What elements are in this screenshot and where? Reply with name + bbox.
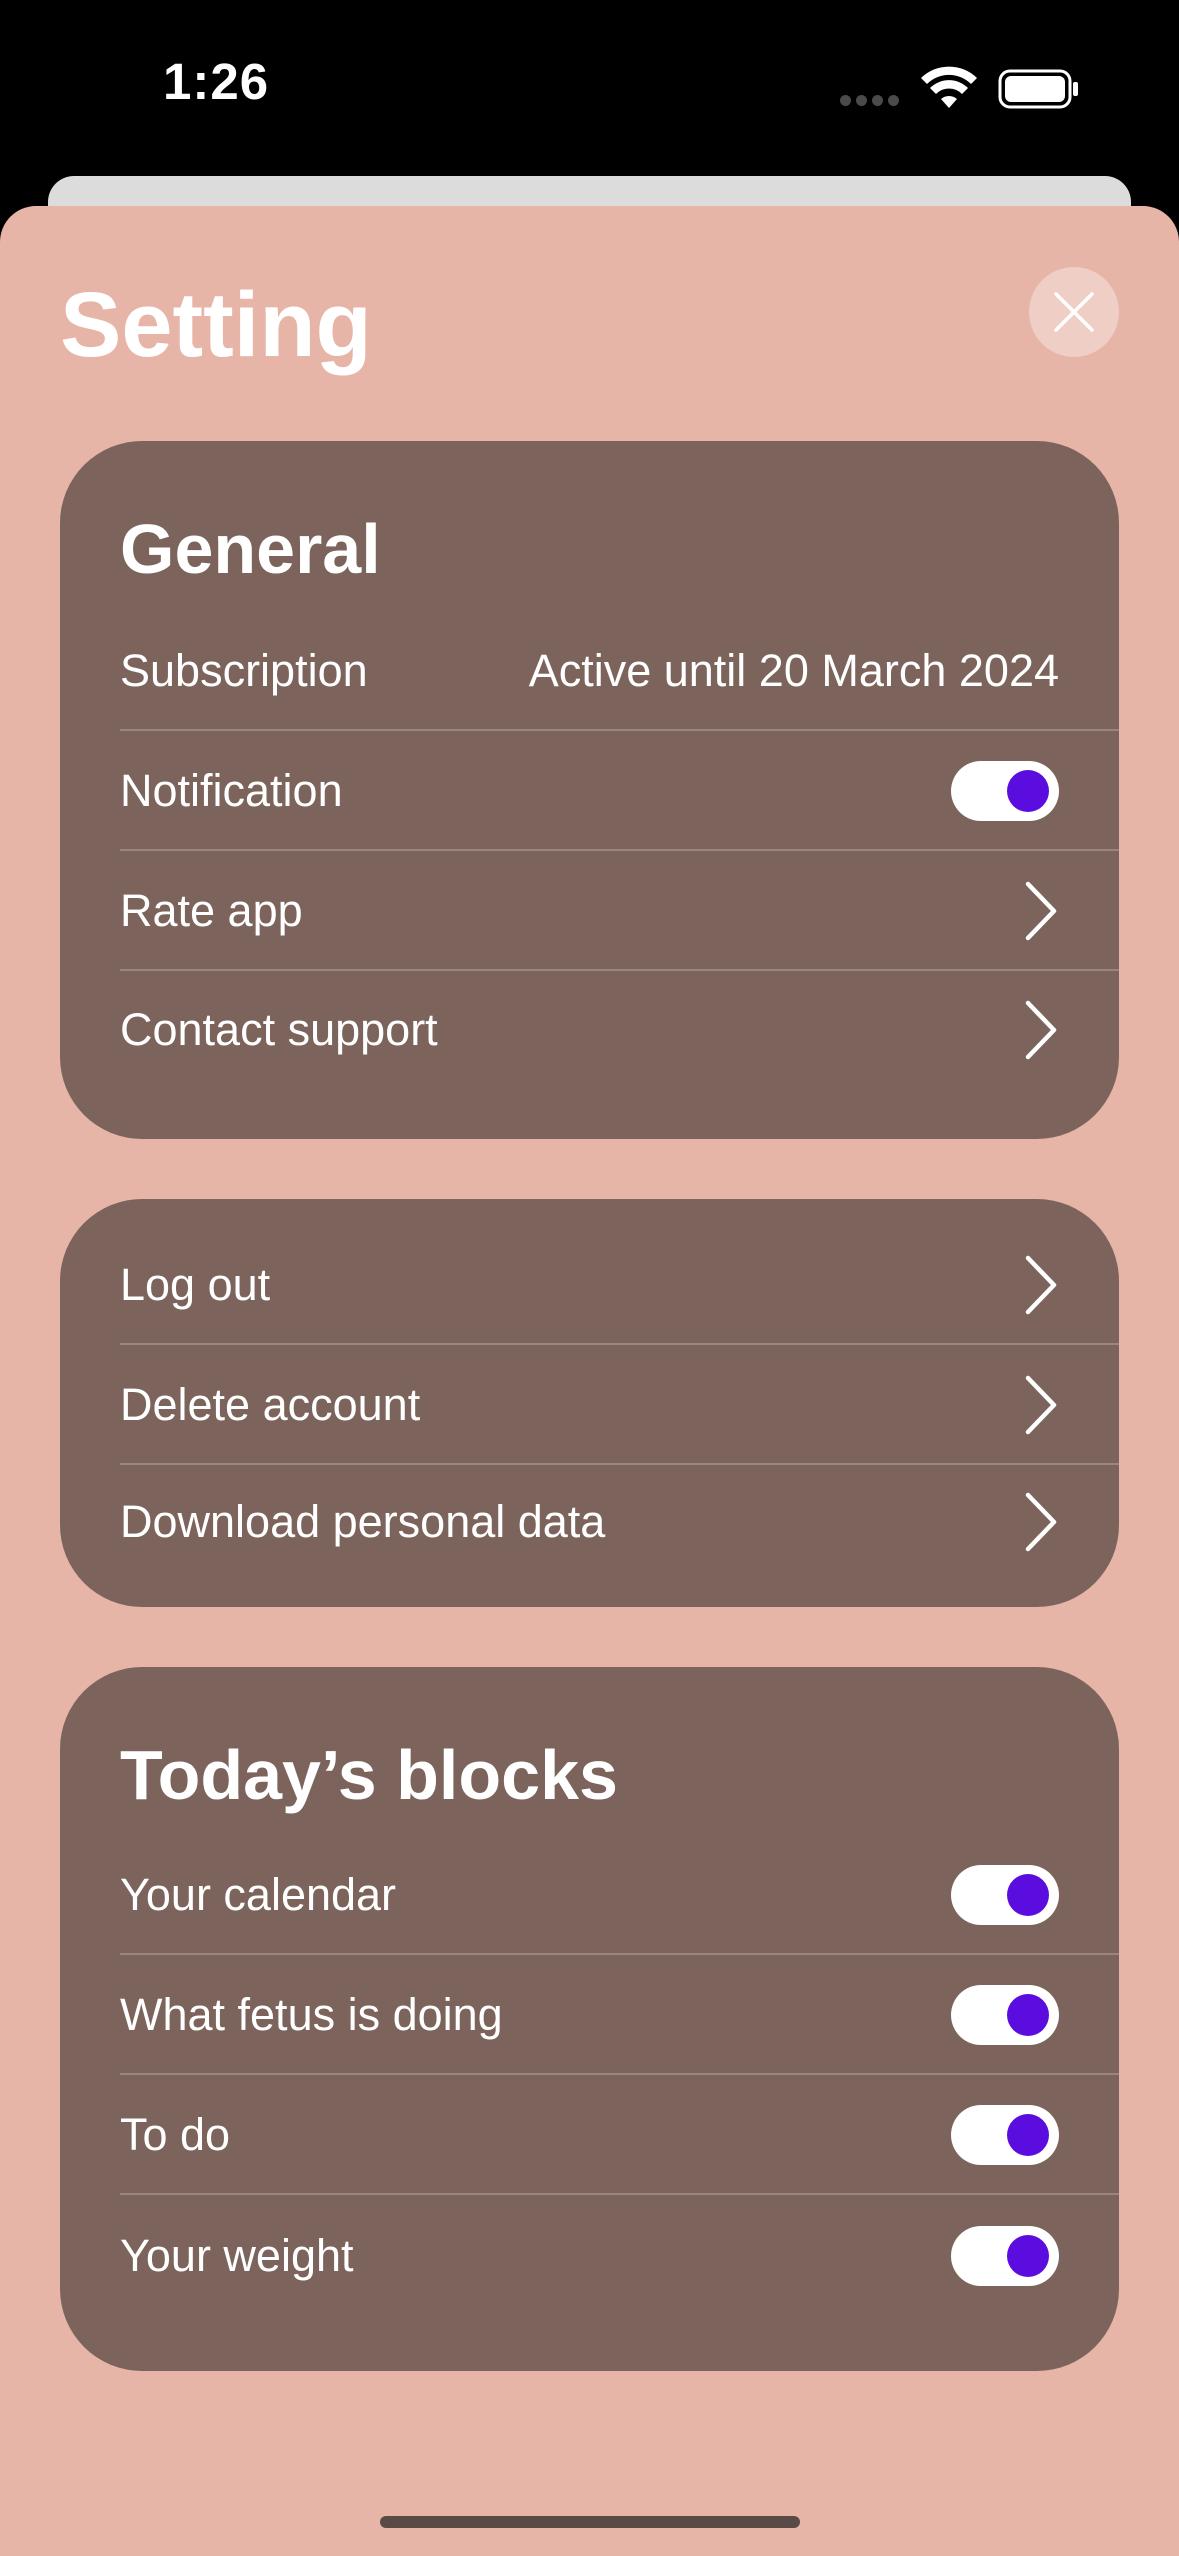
toggle-knob [1007, 770, 1049, 812]
wifi-icon [921, 66, 977, 108]
download-data-row[interactable]: Download personal data [120, 1463, 1119, 1581]
block-row-calendar: Your calendar [120, 1837, 1119, 1955]
fetus-toggle[interactable] [951, 1985, 1059, 2045]
block-row-todo: To do [120, 2077, 1119, 2195]
page-title: Setting [60, 274, 372, 376]
download-data-label: Download personal data [120, 1496, 606, 1547]
status-time: 1:26 [163, 53, 270, 110]
block-label: Your calendar [120, 1869, 397, 1920]
toggle-knob [1007, 2114, 1049, 2156]
block-label: To do [120, 2109, 231, 2160]
subscription-label: Subscription [120, 645, 368, 696]
chevron-right-icon [1025, 1000, 1057, 1060]
block-row-fetus: What fetus is doing [120, 1957, 1119, 2075]
toggle-knob [1007, 2235, 1049, 2277]
status-indicators [840, 62, 1080, 112]
weight-toggle[interactable] [951, 2226, 1059, 2286]
general-heading: General [120, 510, 381, 588]
delete-account-label: Delete account [120, 1379, 421, 1430]
blocks-heading: Today’s blocks [120, 1736, 618, 1814]
block-label: What fetus is doing [120, 1989, 503, 2040]
todays-blocks-card: Today’s blocks Your calendar What fetus … [60, 1667, 1119, 2371]
cellular-signal-icon [840, 95, 899, 106]
toggle-knob [1007, 1994, 1049, 2036]
status-bar: 1:26 [0, 0, 1179, 175]
chevron-right-icon [1025, 1255, 1057, 1315]
battery-icon [998, 69, 1078, 109]
subscription-status: Active until 20 March 2024 [528, 645, 1059, 696]
chevron-right-icon [1025, 1492, 1057, 1552]
toggle-knob [1007, 1874, 1049, 1916]
account-card: Log out Delete account Download personal… [60, 1199, 1119, 1607]
notification-toggle[interactable] [951, 761, 1059, 821]
contact-support-row[interactable]: Contact support [120, 971, 1119, 1089]
home-indicator[interactable] [380, 2516, 800, 2528]
calendar-toggle[interactable] [951, 1865, 1059, 1925]
block-label: Your weight [120, 2230, 354, 2281]
close-icon [1054, 292, 1094, 332]
notification-row: Notification [120, 733, 1119, 851]
chevron-right-icon [1025, 1375, 1057, 1435]
notification-label: Notification [120, 765, 343, 816]
delete-account-row[interactable]: Delete account [120, 1347, 1119, 1465]
rate-app-row[interactable]: Rate app [120, 853, 1119, 971]
log-out-label: Log out [120, 1259, 271, 1310]
log-out-row[interactable]: Log out [120, 1227, 1119, 1345]
todo-toggle[interactable] [951, 2105, 1059, 2165]
close-button[interactable] [1029, 267, 1119, 357]
block-row-weight: Your weight [120, 2197, 1119, 2315]
subscription-row[interactable]: Subscription Active until 20 March 2024 [120, 613, 1119, 731]
general-card: General Subscription Active until 20 Mar… [60, 441, 1119, 1139]
contact-support-label: Contact support [120, 1004, 438, 1055]
chevron-right-icon [1025, 881, 1057, 941]
rate-app-label: Rate app [120, 885, 303, 936]
